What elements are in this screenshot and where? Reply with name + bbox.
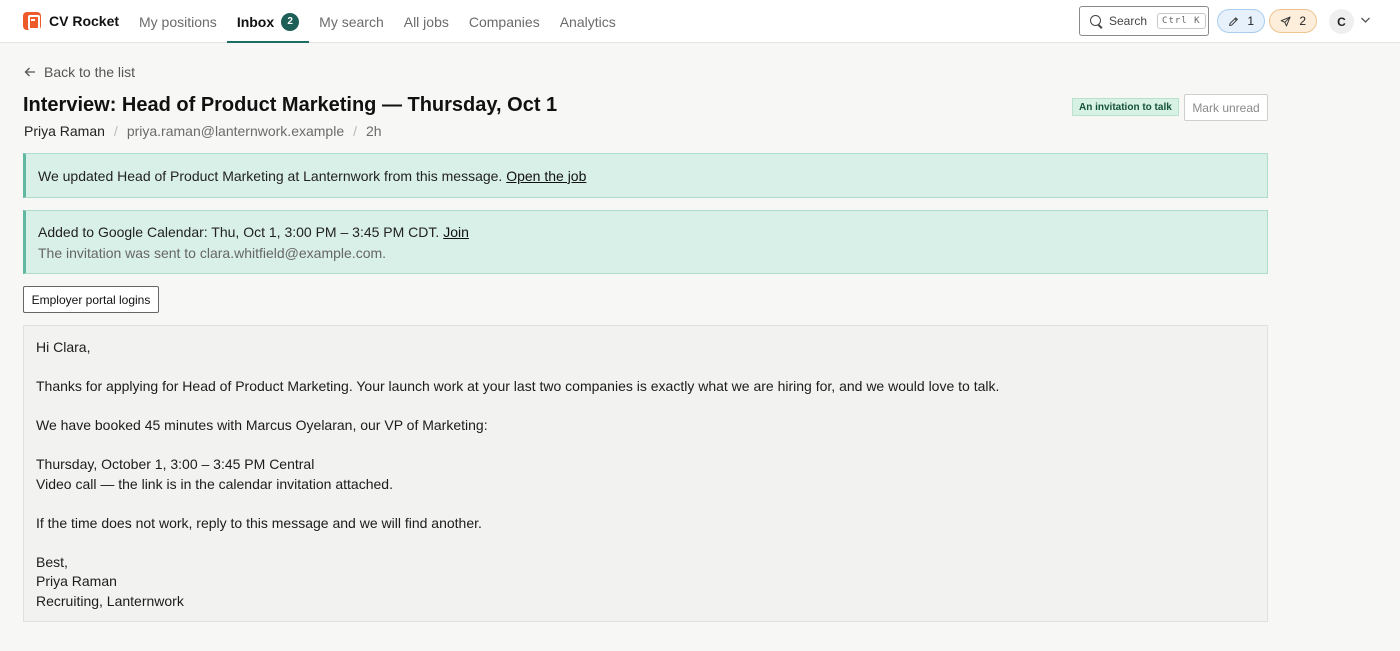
search-icon	[1089, 14, 1103, 28]
main-nav: My positions Inbox 2 My search All jobs …	[129, 0, 626, 43]
calendar-line: Added to Google Calendar: Thu, Oct 1, 3:…	[38, 224, 1255, 240]
page-title: Interview: Head of Product Marketing — T…	[23, 94, 558, 116]
send-icon	[1280, 16, 1291, 26]
meeting-time: Thursday, October 1, 3:00 – 3:45 PM Cent…	[36, 456, 315, 472]
message-paragraph: We have booked 45 minutes with Marcus Oy…	[36, 417, 488, 433]
rocket-logo-icon	[23, 12, 41, 30]
search-label: Search	[1109, 14, 1148, 28]
signature-role: Recruiting, Lanternwork	[36, 592, 184, 609]
nav-item-label: My positions	[139, 13, 217, 30]
nav-item-label: Inbox	[236, 13, 275, 30]
message-body: Hi Clara, Thanks for applying for Head o…	[23, 325, 1268, 622]
employer-portal-logins-button[interactable]: Employer portal logins	[23, 286, 159, 313]
chevron-down-icon[interactable]	[1360, 16, 1371, 24]
inbox-unread-badge: 2	[281, 12, 300, 31]
brand-name: CV Rocket	[49, 13, 120, 29]
nav-item-label: Analytics	[559, 13, 616, 30]
open-job-link[interactable]: Open the job	[506, 168, 586, 184]
message-paragraph: If the time does not work, reply to this…	[36, 514, 482, 531]
drafts-count: 1	[1247, 14, 1254, 28]
back-to-list-link[interactable]: Back to the list	[24, 63, 135, 81]
brand[interactable]: CV Rocket	[23, 11, 119, 31]
signature-name: Priya Raman	[36, 573, 117, 589]
nav-item-label: All jobs	[403, 13, 449, 30]
job-update-text: We updated Head of Product Marketing at …	[38, 167, 503, 184]
nav-item-label: Companies	[468, 13, 540, 30]
nav-item-inbox[interactable]: Inbox 2	[226, 0, 310, 43]
sender-name: Priya Raman	[24, 123, 105, 139]
nav-item-companies[interactable]: Companies	[459, 0, 550, 43]
pencil-icon	[1229, 16, 1238, 26]
nav-item-all-jobs[interactable]: All jobs	[394, 0, 459, 43]
arrow-left-icon	[24, 67, 35, 77]
search-shortcut-hint: Ctrl K	[1157, 13, 1206, 29]
meta-separator: /	[353, 123, 358, 139]
calendar-text: Added to Google Calendar: Thu, Oct 1, 3:…	[38, 224, 440, 240]
nav-item-analytics[interactable]: Analytics	[550, 0, 626, 43]
message-greeting: Hi Clara,	[36, 339, 91, 355]
drafts-button[interactable]: 1	[1217, 9, 1265, 33]
message-age: 2h	[366, 123, 382, 139]
calendar-invite-sent-text: The invitation was sent to clara.whitfie…	[38, 245, 387, 261]
sent-button[interactable]: 2	[1269, 9, 1317, 33]
back-link-label: Back to the list	[44, 64, 136, 80]
message-signoff: Best,	[36, 553, 68, 570]
job-update-notice: We updated Head of Product Marketing at …	[23, 153, 1268, 198]
meta-separator: /	[113, 123, 118, 139]
sent-count: 2	[1299, 14, 1306, 28]
sender-email: priya.raman@lanternwork.example	[126, 123, 345, 139]
top-nav-bar: CV Rocket My positions Inbox 2 My search…	[0, 0, 1400, 43]
nav-item-my-search[interactable]: My search	[309, 0, 394, 43]
meeting-location: Video call — the link is in the calendar…	[36, 475, 393, 492]
nav-item-my-positions[interactable]: My positions	[129, 0, 227, 43]
calendar-notice: Added to Google Calendar: Thu, Oct 1, 3:…	[23, 210, 1268, 274]
message-meta: Priya Raman / priya.raman@lanternwork.ex…	[24, 122, 382, 140]
nav-item-label: My search	[319, 13, 384, 30]
search-button[interactable]: Search Ctrl K	[1079, 6, 1209, 36]
join-link[interactable]: Join	[443, 224, 469, 240]
message-category-tag: An invitation to talk	[1072, 98, 1179, 116]
user-avatar[interactable]: C	[1329, 9, 1354, 34]
mark-unread-button[interactable]: Mark unread	[1184, 94, 1268, 121]
message-paragraph: Thanks for applying for Head of Product …	[36, 378, 1000, 394]
